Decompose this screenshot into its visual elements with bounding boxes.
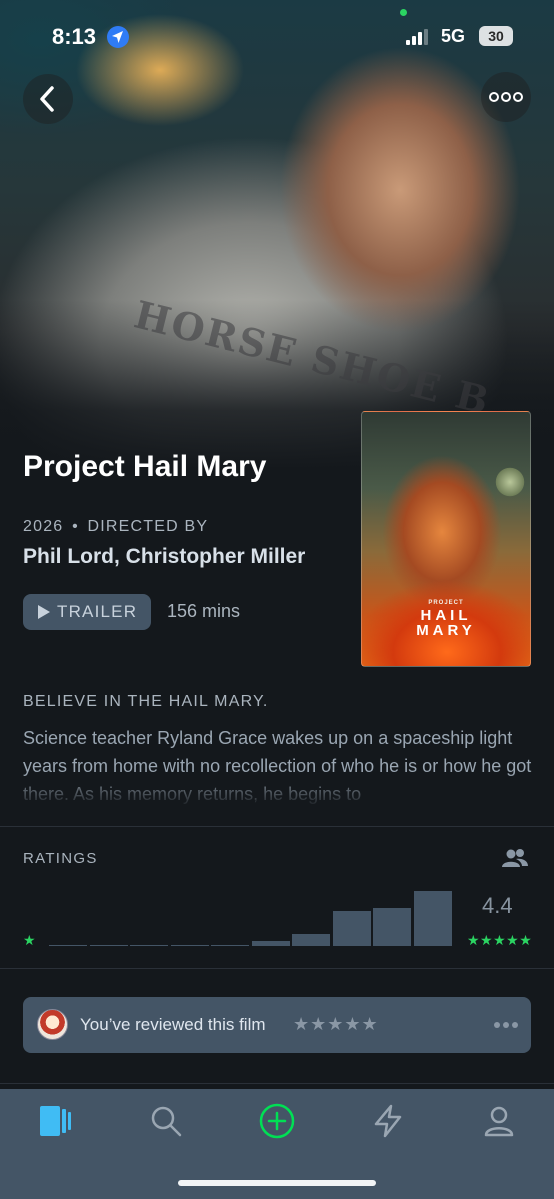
more-options-button[interactable]: [481, 72, 531, 122]
signal-icon: [406, 29, 430, 50]
section-divider: [0, 968, 554, 969]
status-time: 8:13: [52, 24, 97, 49]
camera-indicator-icon: [400, 9, 407, 16]
tagline: BELIEVE IN THE HAIL MARY.: [23, 693, 269, 710]
directors-link[interactable]: Phil Lord, Christopher Miller: [23, 545, 305, 569]
battery-icon: 30: [479, 26, 513, 46]
review-more-icon[interactable]: [493, 1015, 519, 1035]
ratings-label: RATINGS: [23, 850, 98, 867]
review-status-text: You’ve reviewed this film: [80, 1015, 266, 1034]
film-title: Project Hail Mary: [23, 450, 267, 483]
status-bar: 8:13 5G 30: [0, 0, 554, 70]
runtime: 156 mins: [167, 601, 241, 621]
film-meta: 2026 • DIRECTED BY: [23, 518, 208, 536]
network-type: 5G: [441, 26, 466, 46]
histogram-bar[interactable]: [211, 945, 249, 946]
activity-icon: [374, 1104, 402, 1138]
histogram-bar[interactable]: [89, 945, 128, 946]
search-icon: [151, 1106, 182, 1137]
average-rating: 4.4: [482, 893, 513, 918]
poster-title: HAIL MARY: [362, 608, 530, 638]
tab-add[interactable]: [259, 1103, 295, 1139]
meta-separator: •: [72, 518, 79, 535]
tab-search[interactable]: [148, 1103, 184, 1139]
release-year[interactable]: 2026: [23, 518, 63, 535]
films-icon: [40, 1106, 71, 1136]
review-stars: ★★★★★: [293, 1014, 379, 1034]
tab-profile[interactable]: [481, 1103, 517, 1139]
film-poster[interactable]: PROJECT HAIL MARY: [361, 411, 531, 667]
chevron-left-icon: [40, 86, 54, 112]
trailer-label: TRAILER: [57, 602, 138, 621]
poster-title-line1: HAIL: [420, 607, 472, 624]
poster-small-text: PROJECT: [428, 600, 464, 606]
tab-activity[interactable]: [370, 1103, 406, 1139]
synopsis-fade: [0, 772, 554, 808]
histogram-bar[interactable]: [413, 891, 452, 946]
add-icon: [259, 1103, 295, 1139]
section-divider: [0, 826, 554, 827]
more-dots-icon: [489, 92, 523, 102]
histogram-bar[interactable]: [49, 945, 87, 946]
your-review-card[interactable]: You’ve reviewed this film ★★★★★: [23, 997, 531, 1053]
histogram-bar[interactable]: [130, 945, 168, 946]
ratings-histogram[interactable]: [49, 886, 454, 946]
poster-title-line2: MARY: [416, 622, 476, 639]
people-icon[interactable]: [502, 848, 528, 868]
backdrop-image: HORSE SHOE B: [0, 0, 554, 470]
histogram-bar[interactable]: [292, 934, 330, 946]
avatar: [37, 1009, 68, 1040]
home-indicator[interactable]: [178, 1180, 376, 1186]
histogram-bar[interactable]: [373, 908, 411, 946]
backdrop-shirt-text: HORSE SHOE B: [129, 291, 496, 424]
max-rating-stars: ★★★★★: [467, 932, 533, 948]
section-divider: [0, 1083, 554, 1084]
histogram-bar[interactable]: [251, 941, 290, 946]
min-rating-star-icon: ★: [23, 932, 36, 948]
tab-films[interactable]: [37, 1103, 73, 1139]
histogram-bar[interactable]: [332, 911, 371, 946]
profile-icon: [484, 1106, 514, 1137]
play-icon: [38, 605, 50, 619]
histogram-bar[interactable]: [170, 945, 209, 946]
directed-by-label: DIRECTED BY: [87, 518, 209, 535]
back-button[interactable]: [23, 74, 73, 124]
trailer-button[interactable]: TRAILER: [23, 594, 151, 630]
location-icon: [107, 26, 129, 48]
